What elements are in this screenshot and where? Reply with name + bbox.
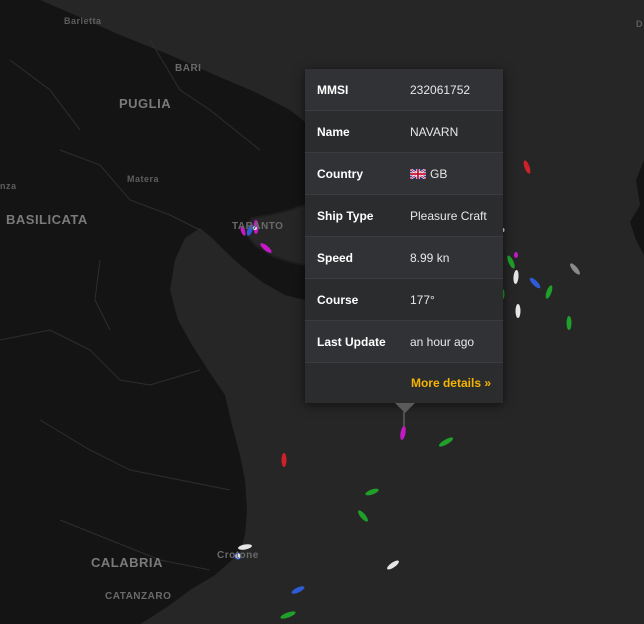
- name-label: Name: [317, 124, 350, 139]
- label-catanzaro: CATANZARO: [105, 591, 172, 602]
- course-value: 177°: [410, 292, 435, 307]
- more-details-link[interactable]: More details »: [411, 376, 491, 390]
- label-matera: Matera: [127, 174, 160, 184]
- label-barletta: Barletta: [64, 16, 102, 26]
- uk-flag-icon: [410, 169, 426, 180]
- country-label: Country: [317, 166, 363, 181]
- label-calabria: CALABRIA: [91, 555, 163, 570]
- row-country: Country GB: [305, 153, 503, 195]
- label-taranto: TARANTO: [232, 221, 284, 232]
- country-value: GB: [430, 166, 448, 181]
- label-bari: BARI: [175, 63, 202, 74]
- ship-marker[interactable]: [514, 252, 518, 258]
- country-value-wrap: GB: [410, 167, 447, 181]
- row-speed: Speed 8.99 kn: [305, 237, 503, 279]
- ship-marker[interactable]: [281, 453, 287, 467]
- ship-marker[interactable]: [566, 316, 572, 330]
- row-mmsi: MMSI 232061752: [305, 69, 503, 111]
- mmsi-label: MMSI: [317, 82, 349, 97]
- name-value: NAVARN: [410, 124, 459, 139]
- course-label: Course: [317, 292, 359, 307]
- speed-label: Speed: [317, 250, 354, 265]
- ship-marker[interactable]: [515, 304, 521, 318]
- row-name: Name NAVARN: [305, 111, 503, 153]
- popup-tip: [395, 403, 415, 413]
- row-ship-type: Ship Type Pleasure Craft: [305, 195, 503, 237]
- label-basilicata: BASILICATA: [6, 212, 88, 227]
- label-crotone: Crotone: [217, 550, 259, 561]
- ship-info-popup: × MMSI 232061752 Name NAVARN Country GB …: [305, 69, 503, 403]
- mmsi-value: 232061752: [410, 82, 471, 97]
- ship-type-value: Pleasure Craft: [410, 208, 487, 223]
- ship-type-label: Ship Type: [317, 208, 374, 223]
- last-update-value: an hour ago: [410, 334, 475, 349]
- label-corner: D: [636, 19, 643, 29]
- speed-value: 8.99 kn: [410, 250, 450, 265]
- last-update-label: Last Update: [317, 334, 386, 349]
- label-puglia: PUGLIA: [119, 96, 172, 111]
- label-nza: nza: [0, 181, 17, 191]
- row-course: Course 177°: [305, 279, 503, 321]
- row-last-update: Last Update an hour ago: [305, 321, 503, 363]
